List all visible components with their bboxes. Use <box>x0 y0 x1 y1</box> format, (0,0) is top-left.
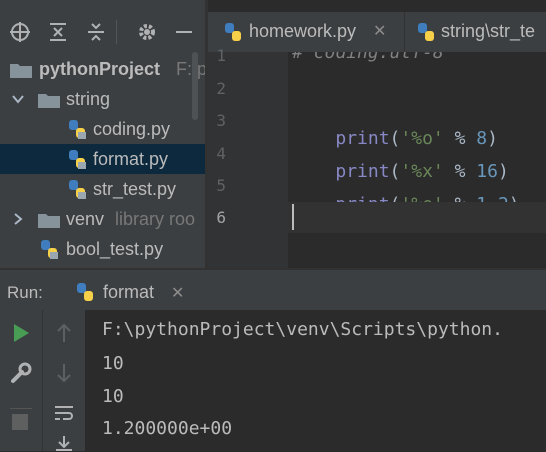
line-number: 5 <box>216 176 226 195</box>
tree-item-str-test-py[interactable]: str_test.py <box>0 174 205 204</box>
project-root-name: pythonProject <box>39 59 161 79</box>
scroll-to-end-icon[interactable] <box>53 436 75 452</box>
tab-label: homework.py <box>249 21 357 41</box>
console-line: F:\pythonProject\venv\Scripts\python. <box>102 319 503 340</box>
tree-item-format-py[interactable]: format.py <box>0 144 205 174</box>
console-output[interactable]: F:\pythonProject\venv\Scripts\python. 10… <box>85 310 546 451</box>
crosshair-icon[interactable] <box>4 12 36 52</box>
project-root-path: F:\p <box>176 59 205 79</box>
line-number-current: 6 <box>216 208 226 227</box>
stop-icon[interactable] <box>12 414 28 430</box>
python-file-icon <box>41 240 58 259</box>
tree-root-row[interactable]: pythonProject F:\p <box>0 54 205 84</box>
tree-item-label: str_test.py <box>93 179 177 199</box>
console-line: 1.200000e+00 <box>102 418 233 439</box>
line-number: 3 <box>216 111 226 130</box>
folder-icon <box>38 214 60 228</box>
editor-tab-bar: homework.py ✕ string\str_te <box>208 12 546 52</box>
tab-str-test[interactable]: string\str_te <box>405 12 546 52</box>
line-number: 1 <box>216 46 226 65</box>
close-icon[interactable]: ✕ <box>373 21 386 41</box>
close-icon[interactable]: ✕ <box>171 283 184 303</box>
tree-item-label: venv <box>66 209 105 229</box>
library-root-note: library roo <box>115 209 196 229</box>
current-line-highlight <box>288 202 546 233</box>
console-line: 10 <box>102 353 124 374</box>
tree-item-label: bool_test.py <box>66 239 164 259</box>
tree-item-label: format.py <box>93 149 169 169</box>
toolbar-divider <box>10 408 32 409</box>
soft-wrap-icon[interactable] <box>53 402 75 424</box>
run-play-icon[interactable] <box>11 322 31 344</box>
run-toolbar-secondary <box>42 310 85 451</box>
arrow-up-icon[interactable] <box>55 322 73 344</box>
run-toolbar-primary <box>0 310 42 451</box>
python-file-icon <box>225 23 241 41</box>
tree-item-bool-test-py[interactable]: bool_test.py <box>0 234 205 264</box>
tree-item-venv-folder[interactable]: venv library roo <box>0 204 205 234</box>
python-file-icon <box>69 180 86 199</box>
python-file-icon <box>69 150 86 169</box>
arrow-down-icon[interactable] <box>55 362 73 384</box>
minimize-icon[interactable] <box>168 12 200 52</box>
tree-item-label: coding.py <box>93 119 171 139</box>
tree-item-coding-py[interactable]: coding.py <box>0 114 205 144</box>
chevron-right-icon[interactable] <box>12 213 24 225</box>
collapse-all-icon[interactable] <box>80 12 112 52</box>
tree-scrollbar[interactable] <box>192 52 198 120</box>
console-line: 10 <box>102 386 124 407</box>
wrench-icon[interactable] <box>10 362 32 384</box>
project-panel: pythonProject F:\p string coding.py form… <box>0 0 205 268</box>
python-run-icon <box>77 283 93 301</box>
gear-icon[interactable] <box>131 12 163 52</box>
folder-icon <box>38 94 60 108</box>
tree-item-label: string <box>66 89 111 109</box>
expand-all-icon[interactable] <box>42 12 74 52</box>
tab-homework-py[interactable]: homework.py ✕ <box>208 12 404 52</box>
line-numbers: 1 2 3 4 5 6 <box>208 46 288 268</box>
text-caret <box>292 204 294 230</box>
code-editor[interactable]: # coding:utf-8 print('%o' % 8) print('%x… <box>288 52 546 268</box>
folder-icon <box>10 64 32 78</box>
python-file-icon <box>418 23 434 41</box>
run-tab-label[interactable]: format <box>103 282 154 303</box>
tree-item-string-folder[interactable]: string <box>0 84 205 114</box>
tab-label: string\str_te <box>441 21 536 41</box>
chevron-down-icon[interactable] <box>12 93 24 105</box>
run-label: Run: <box>7 283 43 302</box>
python-file-icon <box>69 120 86 139</box>
project-toolbar <box>0 12 205 52</box>
toolbar-divider <box>116 20 117 44</box>
line-number: 4 <box>216 144 226 163</box>
run-header: Run: format ✕ <box>0 268 546 310</box>
code-line-comment: # coding:utf-8 <box>292 52 444 63</box>
line-number: 2 <box>216 79 226 98</box>
